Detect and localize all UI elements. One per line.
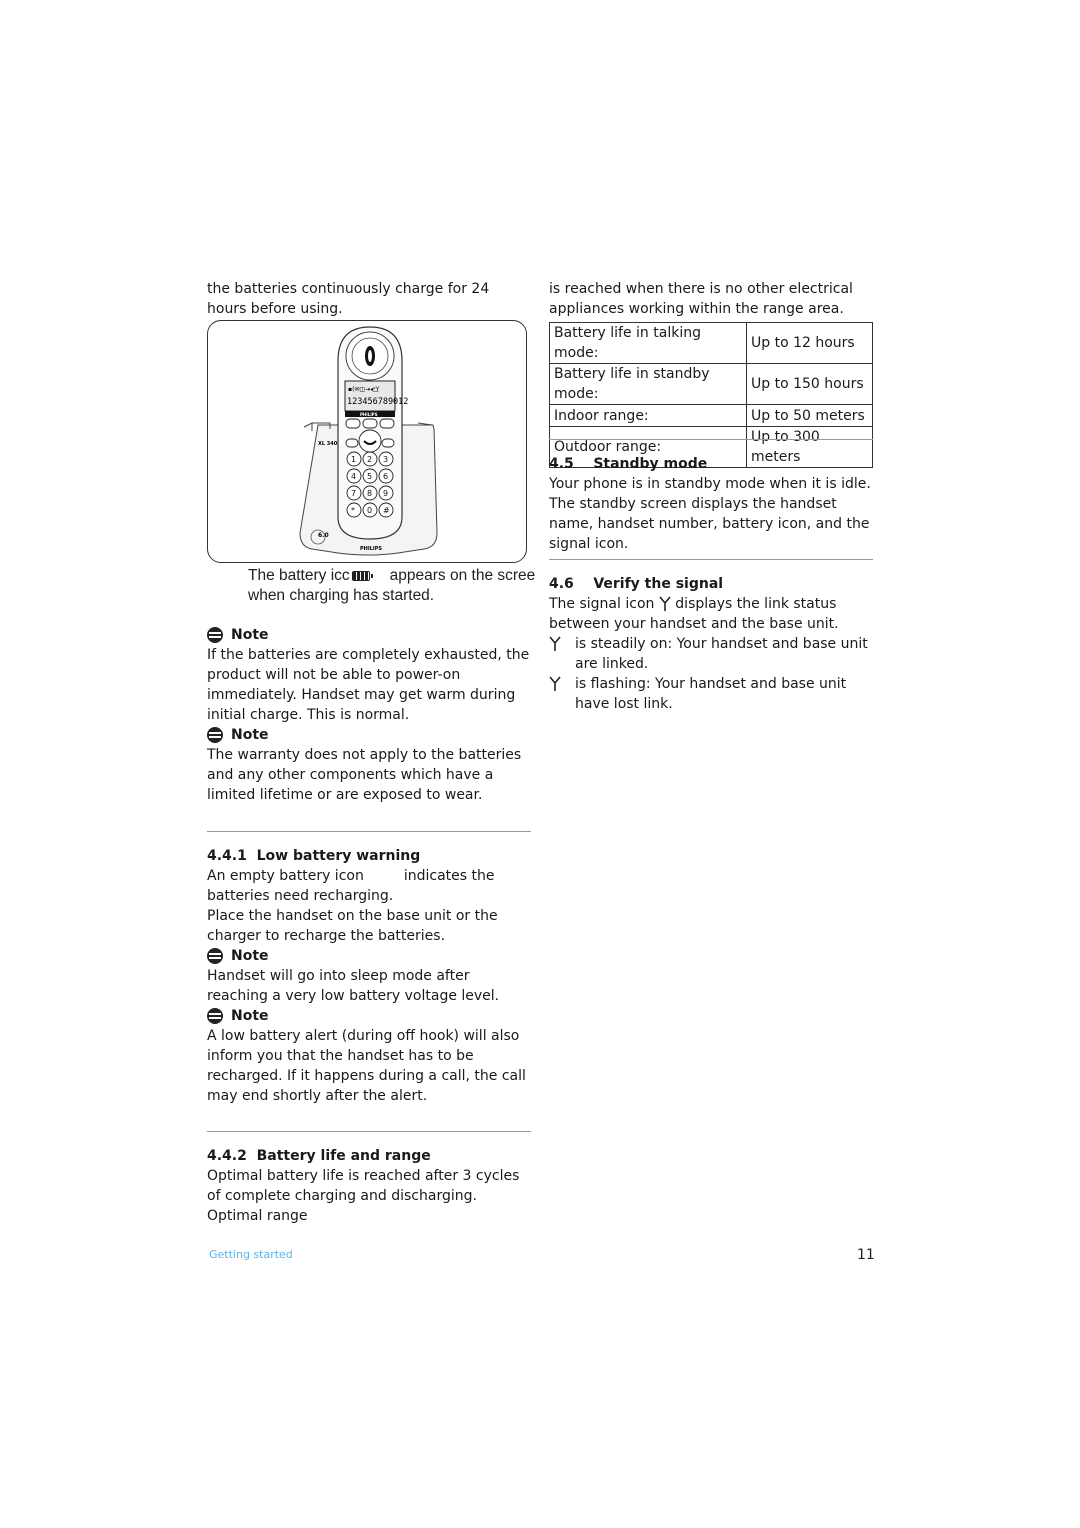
spec-label: Battery life in talking mode:: [549, 322, 747, 364]
keypad-key-label: 8: [367, 489, 372, 498]
section-divider: [207, 831, 531, 832]
signal-icon: [549, 676, 561, 691]
spec-value: Up to 12 hours: [746, 322, 873, 364]
signal-line1: The signal icon displays the link status: [549, 594, 875, 614]
caption-part1: The battery icc: [248, 567, 350, 584]
spec-value: Up to 150 hours: [746, 363, 873, 405]
note-title: Note: [231, 1008, 269, 1024]
low-battery-para2: Place the handset on the base unit or th…: [207, 908, 498, 944]
list-item-text: is flashing: Your handset and base unit …: [575, 676, 847, 712]
note-text: The warranty does not apply to the batte…: [207, 747, 522, 803]
section-heading: 4.5 Standby mode: [549, 454, 875, 474]
section-4-6: 4.6 Verify the signal The signal icon di…: [549, 574, 875, 714]
low-battery-line2: batteries need recharging.: [207, 888, 394, 904]
section-text: Optimal battery life is reached after 3 …: [207, 1168, 520, 1224]
keypad-key-label: 5: [367, 472, 372, 481]
keypad-key-label: 0: [367, 506, 372, 515]
keypad-key-label: 2: [367, 455, 372, 464]
section-divider: [549, 559, 873, 560]
intro-text: the batteries continuously charge for 24…: [207, 281, 490, 317]
handset-display-number: 123456789012: [347, 397, 408, 407]
note-heading: Note: [207, 625, 532, 645]
notes-top: Note If the batteries are completely exh…: [207, 625, 532, 805]
signal-icon: [659, 596, 671, 611]
note-icon: [207, 1008, 223, 1024]
base-model-label: XL 340: [318, 441, 338, 447]
keypad-key-label: 6: [383, 472, 388, 481]
text-fragment: indicates the: [403, 868, 495, 884]
keypad-key-label: 3: [383, 455, 388, 464]
text-fragment: displays the link status: [675, 596, 837, 612]
text-fragment: The signal icon: [549, 596, 655, 612]
keypad-key-label: 4: [351, 472, 356, 481]
base-badge: 6.0: [318, 532, 329, 539]
note-heading: Note: [207, 946, 532, 966]
caption-line2: when charging has started.: [248, 587, 435, 604]
keypad-key-label: *: [351, 506, 355, 515]
section-4-4-2: 4.4.2 Battery life and range Optimal bat…: [207, 1146, 532, 1226]
note-title: Note: [231, 948, 269, 964]
section-title: Standby mode: [593, 456, 708, 472]
list-item-text: is steadily on: Your handset and base un…: [575, 636, 868, 672]
note-icon: [207, 627, 223, 643]
phone-illustration: XL 340 6.0 PHILIPS ▪(✉◫⇥◂ᵒ͟Y 12345678901…: [207, 320, 527, 563]
spec-value: Up to 50 meters: [746, 404, 873, 427]
page-number: 11: [857, 1247, 875, 1263]
note-icon: [207, 948, 223, 964]
note-title: Note: [231, 727, 269, 743]
text-fragment: An empty battery icon: [207, 868, 364, 884]
section-4-5: 4.5 Standby mode Your phone is in standb…: [549, 454, 875, 554]
battery-full-icon: [351, 570, 373, 581]
spec-table: Battery life in talking mode: Up to 12 ho…: [549, 322, 873, 468]
keypad-key-label: 1: [351, 455, 356, 464]
section-title: Verify the signal: [593, 576, 724, 592]
section-heading: 4.4.2 Battery life and range: [207, 1146, 532, 1166]
note-title: Note: [231, 627, 269, 643]
section-number: 4.6: [549, 576, 574, 592]
note-text: Handset will go into sleep mode after re…: [207, 968, 500, 1004]
spec-label: Battery life in standby mode:: [549, 363, 747, 405]
note-heading: Note: [207, 725, 532, 745]
note-text: A low battery alert (during off hook) wi…: [207, 1028, 526, 1104]
figure-caption: The battery icc appears on the scree when…: [248, 566, 558, 606]
base-brand: PHILIPS: [360, 546, 382, 552]
handset-brand: PHILIPS: [360, 412, 378, 417]
section-number: 4.4.2: [207, 1148, 247, 1164]
section-number: 4.4.1: [207, 848, 247, 864]
table-row: Indoor range: Up to 50 meters: [549, 404, 873, 427]
note-heading: Note: [207, 1006, 532, 1026]
section-title: Battery life and range: [256, 1148, 431, 1164]
svg-text:▪(✉◫⇥◂ᵒ͟Y: ▪(✉◫⇥◂ᵒ͟Y: [348, 386, 380, 393]
intro-text-right: is reached when there is no other electr…: [549, 281, 853, 317]
keypad-key-label: #: [383, 506, 390, 515]
table-row: Battery life in talking mode: Up to 12 ho…: [549, 322, 873, 364]
signal-icon: [549, 636, 561, 651]
section-heading: 4.6 Verify the signal: [549, 574, 875, 594]
note-icon: [207, 727, 223, 743]
signal-line2: between your handset and the base unit.: [549, 616, 839, 632]
section-title: Low battery warning: [256, 848, 421, 864]
list-item: is steadily on: Your handset and base un…: [549, 634, 875, 674]
note-text: If the batteries are completely exhauste…: [207, 647, 530, 723]
caption-part2: appears on the scree: [389, 567, 536, 584]
phone-drawing: XL 340 6.0 PHILIPS ▪(✉◫⇥◂ᵒ͟Y 12345678901…: [299, 326, 438, 556]
keypad-key-label: 7: [351, 489, 356, 498]
spec-label: Indoor range:: [549, 404, 747, 427]
low-battery-line1: An empty battery icon indicates the: [207, 866, 532, 886]
section-text: Your phone is in standby mode when it is…: [549, 476, 871, 552]
section-divider: [549, 439, 873, 440]
section-number: 4.5: [549, 456, 574, 472]
footer-section-name: Getting started: [209, 1248, 293, 1261]
list-item: is flashing: Your handset and base unit …: [549, 674, 875, 714]
section-4-4-1: 4.4.1 Low battery warning An empty batte…: [207, 846, 532, 1106]
section-divider: [207, 1131, 531, 1132]
section-heading: 4.4.1 Low battery warning: [207, 846, 532, 866]
table-row: Battery life in standby mode: Up to 150 h…: [549, 363, 873, 405]
keypad-key-label: 9: [383, 489, 388, 498]
